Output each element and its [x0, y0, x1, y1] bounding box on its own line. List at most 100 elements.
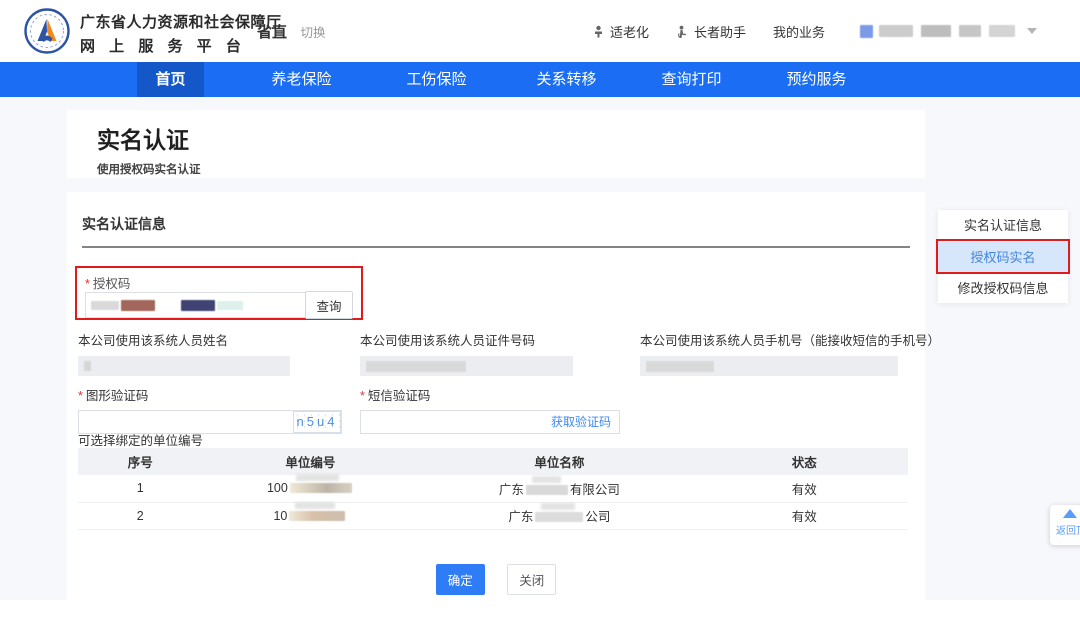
back-to-top-button[interactable]: 返回顶部 — [1050, 505, 1080, 545]
section-title: 实名认证信息 — [82, 214, 910, 248]
elder-helper-label: 长者助手 — [694, 22, 746, 41]
cell-unit-name: 广东公司 — [418, 502, 700, 529]
person-name-field: 本公司使用该系统人员姓名 — [78, 330, 290, 376]
nav-tab-injury[interactable]: 工伤保险 — [369, 62, 504, 97]
nav-tab-transfer[interactable]: 关系转移 — [504, 62, 629, 97]
unit-table-header-row: 序号 单位编号 单位名称 状态 — [78, 448, 908, 475]
person-id-label: 本公司使用该系统人员证件号码 — [360, 330, 573, 349]
nav-tab-query-print[interactable]: 查询打印 — [629, 62, 754, 97]
top-header: 广东省人力资源和社会保障厅 网 上 服 务 平 台 省直 切换 适老化 长者助手… — [0, 0, 1080, 62]
query-button[interactable]: 查询 — [305, 291, 353, 319]
elder-mode-label: 适老化 — [610, 22, 649, 41]
person-phone-label: 本公司使用该系统人员手机号（能接收短信的手机号） — [640, 330, 970, 349]
side-item-realname-info[interactable]: 实名认证信息 — [938, 210, 1068, 241]
person-id-input — [360, 356, 573, 376]
auth-code-value-redacted — [217, 301, 243, 310]
unit-no-redacted — [289, 511, 345, 521]
get-sms-code-link[interactable]: 获取验证码 — [551, 411, 611, 434]
header-links: 适老化 长者助手 我的业务 — [592, 0, 1037, 62]
sms-code-label: *短信验证码 — [360, 385, 620, 404]
cell-unit-no: 10 — [203, 502, 419, 529]
page-background: 实名认证 使用授权码实名认证 实名认证信息 *授权码 查询 — [0, 97, 1080, 600]
auth-code-value-redacted — [181, 300, 215, 311]
col-unit-name: 单位名称 — [418, 448, 700, 475]
org-title-block: 广东省人力资源和社会保障厅 网 上 服 务 平 台 — [80, 11, 282, 56]
cell-unit-no: 100 — [203, 475, 419, 502]
side-menu: 实名认证信息 授权码实名 修改授权码信息 — [938, 210, 1068, 303]
form-buttons-row: 确定 关闭 — [67, 564, 925, 595]
region-name: 省直 — [257, 24, 287, 41]
graphic-captcha-field: *图形验证码 n5u4 — [78, 385, 342, 434]
sms-code-field: *短信验证码 获取验证码 — [360, 385, 620, 434]
confirm-button[interactable]: 确定 — [436, 564, 485, 595]
required-mark: * — [85, 277, 90, 291]
back-to-top-label: 返回顶部 — [1056, 522, 1080, 537]
user-name-redacted — [989, 25, 1015, 37]
user-account-dropdown[interactable] — [860, 25, 1037, 38]
cell-unit-name: 广东有限公司 — [418, 475, 700, 502]
cell-seq: 1 — [78, 475, 203, 502]
auth-form-card: 实名认证信息 *授权码 查询 本公司使用该系统人员 — [67, 192, 925, 600]
nav-tab-home[interactable]: 首页 — [137, 62, 204, 97]
auth-code-value-redacted — [121, 300, 155, 311]
person-name-value-redacted — [84, 361, 91, 371]
captcha-image[interactable]: n5u4 — [293, 411, 341, 433]
table-row[interactable]: 2 10 广东公司 有效 — [78, 502, 908, 529]
my-business-link[interactable]: 我的业务 — [773, 22, 825, 41]
page-title-card: 实名认证 使用授权码实名认证 — [67, 110, 925, 178]
elder-helper-icon — [676, 25, 689, 38]
col-unit-no: 单位编号 — [203, 448, 419, 475]
cell-seq: 2 — [78, 502, 203, 529]
user-name-redacted — [921, 25, 951, 37]
col-seq: 序号 — [78, 448, 203, 475]
table-row[interactable]: 1 100 广东有限公司 有效 — [78, 475, 908, 502]
elder-mode-icon — [592, 25, 605, 38]
person-id-field: 本公司使用该系统人员证件号码 — [360, 330, 573, 376]
col-status: 状态 — [700, 448, 908, 475]
chevron-down-icon — [1027, 28, 1037, 34]
screen: 广东省人力资源和社会保障厅 网 上 服 务 平 台 省直 切换 适老化 长者助手… — [0, 0, 1080, 623]
my-business-label: 我的业务 — [773, 22, 825, 41]
unit-name-redacted — [526, 485, 568, 495]
person-name-label: 本公司使用该系统人员姓名 — [78, 330, 290, 349]
page-subtitle: 使用授权码实名认证 — [97, 161, 925, 177]
user-avatar-redacted — [860, 25, 873, 38]
user-name-redacted — [959, 25, 981, 37]
elder-helper-link[interactable]: 长者助手 — [676, 22, 746, 41]
person-phone-input — [640, 356, 898, 376]
person-id-value-redacted — [366, 361, 466, 372]
annotation-box-auth-code: *授权码 查询 — [75, 266, 363, 320]
nav-tab-pension[interactable]: 养老保险 — [234, 62, 369, 97]
graphic-captcha-label: *图形验证码 — [78, 385, 342, 404]
platform-name: 网 上 服 务 平 台 — [80, 35, 282, 56]
unit-table-caption: 可选择绑定的单位编号 — [78, 430, 203, 449]
org-name: 广东省人力资源和社会保障厅 — [80, 11, 282, 32]
unit-name-redacted — [535, 512, 583, 522]
person-phone-value-redacted — [646, 361, 714, 372]
person-name-input — [78, 356, 290, 376]
region-block: 省直 切换 — [257, 21, 325, 42]
side-item-modify-authcode[interactable]: 修改授权码信息 — [938, 272, 1068, 303]
cell-status: 有效 — [700, 502, 908, 529]
main-nav: 首页 养老保险 工伤保险 关系转移 查询打印 预约服务 — [0, 62, 1080, 97]
org-logo-icon — [24, 8, 70, 54]
nav-tab-appointment[interactable]: 预约服务 — [754, 62, 879, 97]
user-name-redacted — [879, 25, 913, 37]
unit-table: 序号 单位编号 单位名称 状态 1 100 广东有限公司 — [78, 448, 908, 530]
auth-code-input[interactable] — [85, 292, 306, 318]
unit-no-redacted — [290, 483, 352, 493]
auth-code-label: *授权码 — [85, 273, 130, 292]
region-switch-link[interactable]: 切换 — [300, 26, 325, 40]
auth-code-row: 查询 — [85, 292, 353, 319]
required-mark: * — [78, 389, 83, 403]
sms-code-input[interactable]: 获取验证码 — [360, 410, 620, 434]
person-phone-field: 本公司使用该系统人员手机号（能接收短信的手机号） — [640, 330, 970, 376]
page-title: 实名认证 — [97, 121, 925, 155]
required-mark: * — [360, 389, 365, 403]
up-triangle-icon — [1063, 509, 1077, 518]
close-button[interactable]: 关闭 — [507, 564, 556, 595]
side-item-authcode-realname[interactable]: 授权码实名 — [938, 241, 1068, 272]
cell-status: 有效 — [700, 475, 908, 502]
elder-mode-link[interactable]: 适老化 — [592, 22, 649, 41]
auth-code-value-redacted — [91, 301, 119, 310]
